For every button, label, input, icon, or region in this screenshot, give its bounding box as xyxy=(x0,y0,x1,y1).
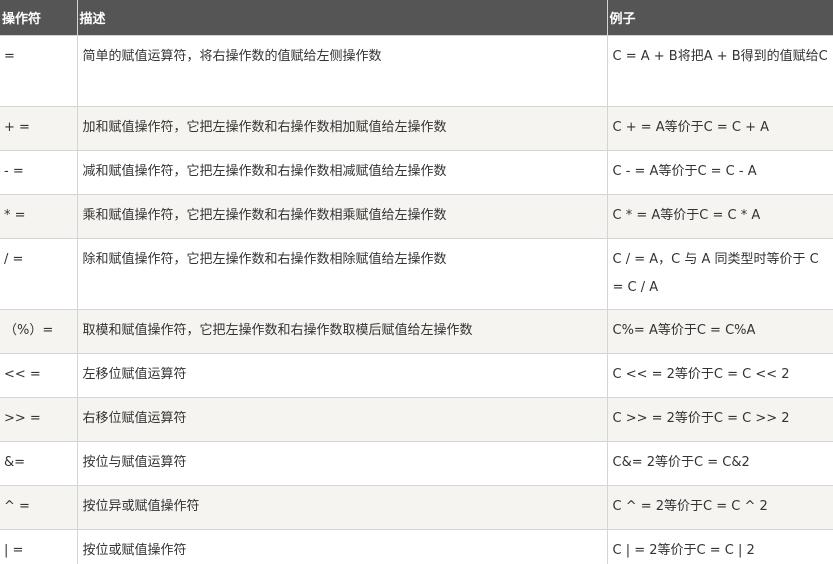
table-row: &= 按位与赋值运算符 C&= 2等价于C = C&2 xyxy=(0,441,833,486)
operator-table: 操作符 描述 例子 = 简单的赋值运算符，将右操作数的值赋给左侧操作数 C = … xyxy=(0,0,833,564)
table-header-row: 操作符 描述 例子 xyxy=(0,0,833,36)
example-cell: C = A + B将把A + B得到的值赋给C xyxy=(607,35,833,107)
header-operator: 操作符 xyxy=(0,0,78,36)
example-cell: C * = A等价于C = C * A xyxy=(607,194,833,239)
description-cell: 右移位赋值运算符 xyxy=(77,397,608,442)
description-cell: 按位或赋值操作符 xyxy=(77,529,608,564)
table-row: - = 减和赋值操作符，它把左操作数和右操作数相减赋值给左操作数 C - = A… xyxy=(0,150,833,195)
operator-cell: / = xyxy=(0,238,78,310)
operator-cell: ^ = xyxy=(0,485,78,530)
example-cell: C&= 2等价于C = C&2 xyxy=(607,441,833,486)
operator-cell: + = xyxy=(0,106,78,151)
example-cell: C - = A等价于C = C - A xyxy=(607,150,833,195)
table-row: >> = 右移位赋值运算符 C >> = 2等价于C = C >> 2 xyxy=(0,397,833,442)
example-cell: C / = A，C 与 A 同类型时等价于 C = C / A xyxy=(607,238,833,310)
description-cell: 除和赋值操作符，它把左操作数和右操作数相除赋值给左操作数 xyxy=(77,238,608,310)
description-cell: 按位与赋值运算符 xyxy=(77,441,608,486)
operator-cell: = xyxy=(0,35,78,107)
example-cell: C >> = 2等价于C = C >> 2 xyxy=(607,397,833,442)
example-cell: C ^ = 2等价于C = C ^ 2 xyxy=(607,485,833,530)
example-cell: C << = 2等价于C = C << 2 xyxy=(607,353,833,398)
example-cell: C%= A等价于C = C%A xyxy=(607,309,833,354)
operator-cell: * = xyxy=(0,194,78,239)
table-row: * = 乘和赋值操作符，它把左操作数和右操作数相乘赋值给左操作数 C * = A… xyxy=(0,194,833,239)
description-cell: 左移位赋值运算符 xyxy=(77,353,608,398)
description-cell: 按位异或赋值操作符 xyxy=(77,485,608,530)
operator-cell: （%）= xyxy=(0,309,78,354)
example-cell: C + = A等价于C = C + A xyxy=(607,106,833,151)
description-cell: 简单的赋值运算符，将右操作数的值赋给左侧操作数 xyxy=(77,35,608,107)
operator-cell: - = xyxy=(0,150,78,195)
table-row: = 简单的赋值运算符，将右操作数的值赋给左侧操作数 C = A + B将把A +… xyxy=(0,35,833,107)
table-row: << = 左移位赋值运算符 C << = 2等价于C = C << 2 xyxy=(0,353,833,398)
table-row: / = 除和赋值操作符，它把左操作数和右操作数相除赋值给左操作数 C / = A… xyxy=(0,238,833,310)
operator-cell: &= xyxy=(0,441,78,486)
example-cell: C | = 2等价于C = C | 2 xyxy=(607,529,833,564)
table-row: （%）= 取模和赋值操作符，它把左操作数和右操作数取模后赋值给左操作数 C%= … xyxy=(0,309,833,354)
header-description: 描述 xyxy=(77,0,608,36)
table-row: | = 按位或赋值操作符 C | = 2等价于C = C | 2 xyxy=(0,529,833,564)
table-row: ^ = 按位异或赋值操作符 C ^ = 2等价于C = C ^ 2 xyxy=(0,485,833,530)
table-row: + = 加和赋值操作符，它把左操作数和右操作数相加赋值给左操作数 C + = A… xyxy=(0,106,833,151)
operator-cell: | = xyxy=(0,529,78,564)
description-cell: 乘和赋值操作符，它把左操作数和右操作数相乘赋值给左操作数 xyxy=(77,194,608,239)
operator-cell: << = xyxy=(0,353,78,398)
description-cell: 减和赋值操作符，它把左操作数和右操作数相减赋值给左操作数 xyxy=(77,150,608,195)
operator-cell: >> = xyxy=(0,397,78,442)
header-example: 例子 xyxy=(607,0,833,36)
description-cell: 取模和赋值操作符，它把左操作数和右操作数取模后赋值给左操作数 xyxy=(77,309,608,354)
description-cell: 加和赋值操作符，它把左操作数和右操作数相加赋值给左操作数 xyxy=(77,106,608,151)
